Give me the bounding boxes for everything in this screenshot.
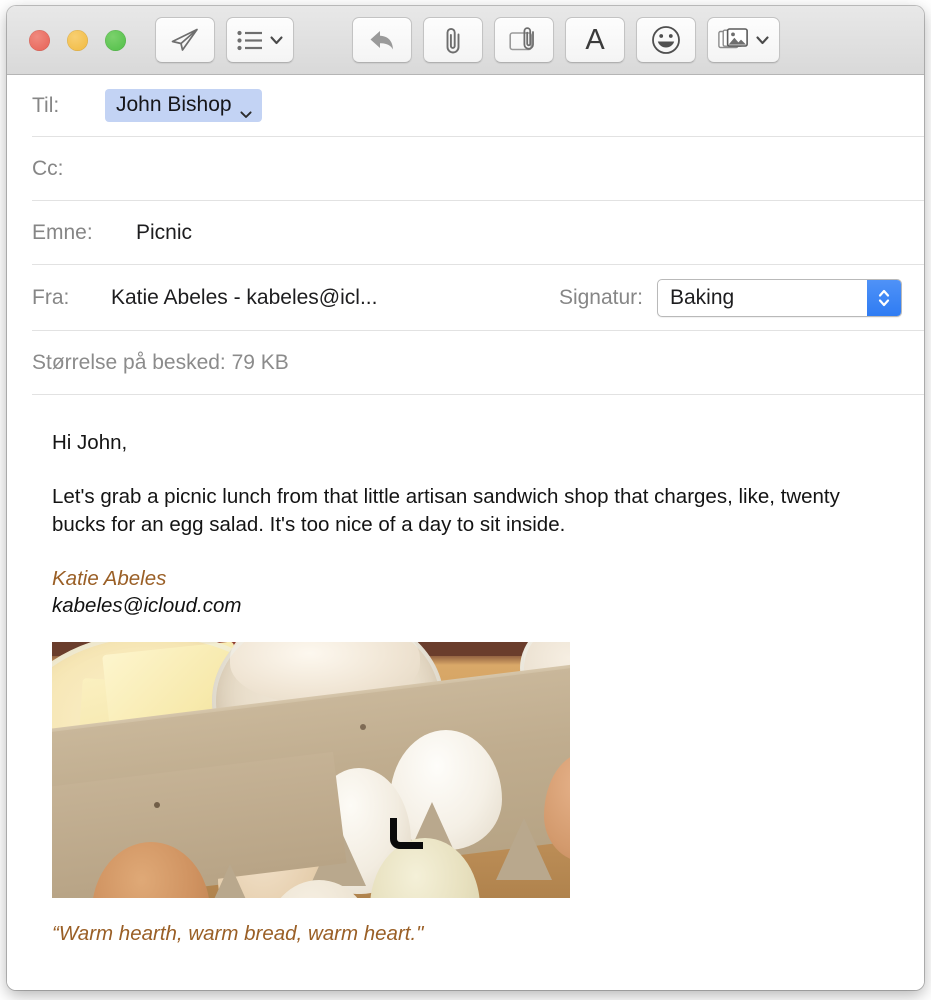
from-label: Fra: <box>32 285 70 309</box>
signature-control: Signatur: Baking <box>558 278 902 317</box>
send-button[interactable] <box>155 17 215 63</box>
paperclip-icon <box>442 26 464 55</box>
body-greeting: Hi John, <box>52 431 128 454</box>
reply-arrow-icon <box>367 28 397 53</box>
message-body[interactable]: Hi John, Let's grab a picnic lunch from … <box>7 395 924 990</box>
minimize-button[interactable] <box>67 29 88 51</box>
subject-input[interactable]: Picnic <box>136 221 192 245</box>
chevron-down-icon <box>756 35 769 45</box>
markup-attachment-button[interactable] <box>494 17 554 63</box>
attach-button[interactable] <box>423 17 483 63</box>
mail-compose-window: A Til: John Bishop Cc: Emne: Picnic Fra:… <box>7 6 924 990</box>
chevron-down-icon <box>270 35 283 45</box>
cc-field-row[interactable]: Cc: <box>32 137 924 201</box>
letter-a-icon: A <box>585 23 605 56</box>
recipient-token-label: John Bishop <box>116 93 232 116</box>
format-font-button[interactable]: A <box>565 17 625 63</box>
from-field-row[interactable]: Fra: Katie Abeles - kabeles@icl... Signa… <box>32 265 924 331</box>
email-signature-block: Katie Abeles kabeles@icloud.com <box>52 565 899 620</box>
recipient-token-john-bishop[interactable]: John Bishop <box>105 89 262 122</box>
subject-label: Emne: <box>32 220 93 244</box>
paper-plane-icon <box>170 27 200 53</box>
from-account-value[interactable]: Katie Abeles - kabeles@icl... <box>111 286 377 310</box>
to-field-row[interactable]: Til: John Bishop <box>32 75 924 137</box>
message-size-row: Størrelse på besked: 79 KB <box>32 331 924 395</box>
signature-popup-button[interactable]: Baking <box>657 278 902 317</box>
card-paperclip-icon <box>508 27 540 53</box>
toolbar-group-actions: A <box>352 17 780 63</box>
photos-stack-icon <box>718 27 749 53</box>
to-label: Til: <box>32 93 60 117</box>
cc-label: Cc: <box>32 156 64 180</box>
emoji-button[interactable] <box>636 17 696 63</box>
header-fields-button[interactable] <box>226 17 294 63</box>
close-button[interactable] <box>29 29 50 51</box>
smiley-face-icon <box>651 25 681 55</box>
list-bullets-icon <box>237 30 263 51</box>
compose-headers: Til: John Bishop Cc: Emne: Picnic Fra: K… <box>7 75 924 395</box>
toolbar-group-send <box>155 17 294 63</box>
chevron-down-icon[interactable] <box>240 101 252 118</box>
reply-button[interactable] <box>352 17 412 63</box>
subject-field-row[interactable]: Emne: Picnic <box>32 201 924 265</box>
signature-photo[interactable] <box>52 642 570 899</box>
signature-selected-value: Baking <box>670 285 735 309</box>
signature-quote: “Warm hearth, warm bread, warm heart." <box>52 922 424 946</box>
zoom-button[interactable] <box>105 29 126 51</box>
message-size-label: Størrelse på besked: 79 KB <box>32 350 289 374</box>
body-paragraph: Let's grab a picnic lunch from that litt… <box>52 485 840 536</box>
toolbar: A <box>7 6 924 75</box>
photo-browser-button[interactable] <box>707 17 780 63</box>
window-controls <box>29 29 126 51</box>
signature-label: Signatur: <box>558 285 643 309</box>
chevron-updown-icon[interactable] <box>867 279 901 316</box>
signature-name: Katie Abeles <box>52 566 167 590</box>
signature-email: kabeles@icloud.com <box>52 594 242 618</box>
